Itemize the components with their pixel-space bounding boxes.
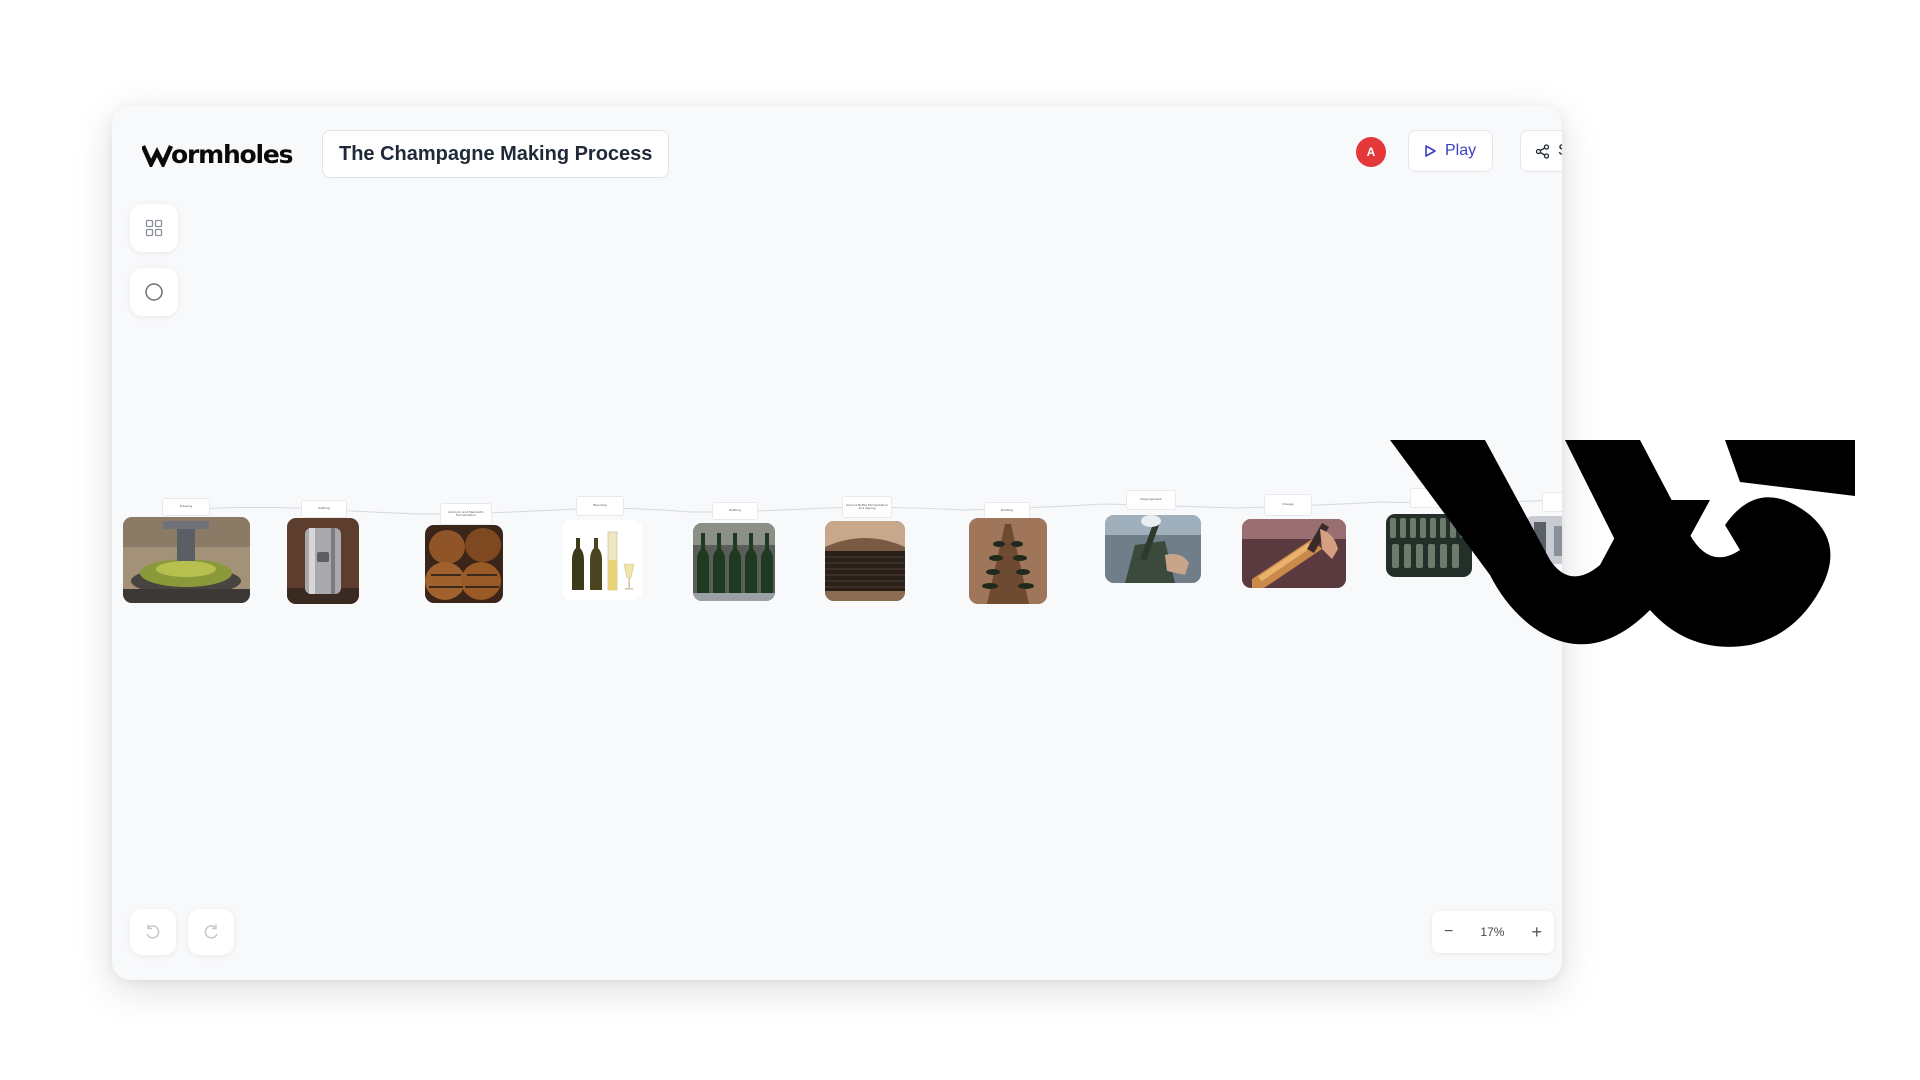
node-image-dosage	[1242, 519, 1346, 588]
node-image-settling	[287, 518, 359, 604]
node-image-bottling	[693, 523, 775, 601]
node-label: Dosage	[1264, 494, 1312, 516]
zoom-out-button[interactable]: −	[1444, 923, 1453, 941]
node-image-blending	[562, 520, 642, 600]
node-label: Settling	[301, 500, 347, 518]
node-image-disgorgement	[1105, 515, 1201, 583]
node-label: Pressing	[162, 498, 210, 516]
undo-button[interactable]	[130, 909, 176, 955]
undo-icon	[146, 924, 160, 939]
workflow-canvas[interactable]: Pressing Settling Alcoholic and Malolact…	[112, 106, 1562, 980]
redo-icon	[204, 924, 218, 939]
zoom-in-button[interactable]: +	[1531, 922, 1542, 943]
node-image-riddling	[969, 518, 1047, 604]
redo-button[interactable]	[188, 909, 234, 955]
app-window: ormholes The Champagne Making Process A …	[112, 106, 1562, 980]
node-label: Disgorgement	[1126, 490, 1176, 510]
node-image-cellar	[825, 521, 905, 601]
node-label: Blending	[576, 496, 624, 516]
zoom-level: 17%	[1480, 925, 1505, 939]
node-label: Second Bottle Fermentation and Ageing	[842, 496, 892, 518]
zoom-control: − 17% +	[1432, 911, 1554, 953]
node-label: Alcoholic and Malolactic Fermentation	[440, 503, 492, 525]
node-image-barrels	[425, 525, 503, 603]
node-label: Bottling	[712, 502, 758, 520]
node-image-pressing	[123, 517, 250, 603]
wormholes-brand-mark	[1390, 440, 1880, 654]
